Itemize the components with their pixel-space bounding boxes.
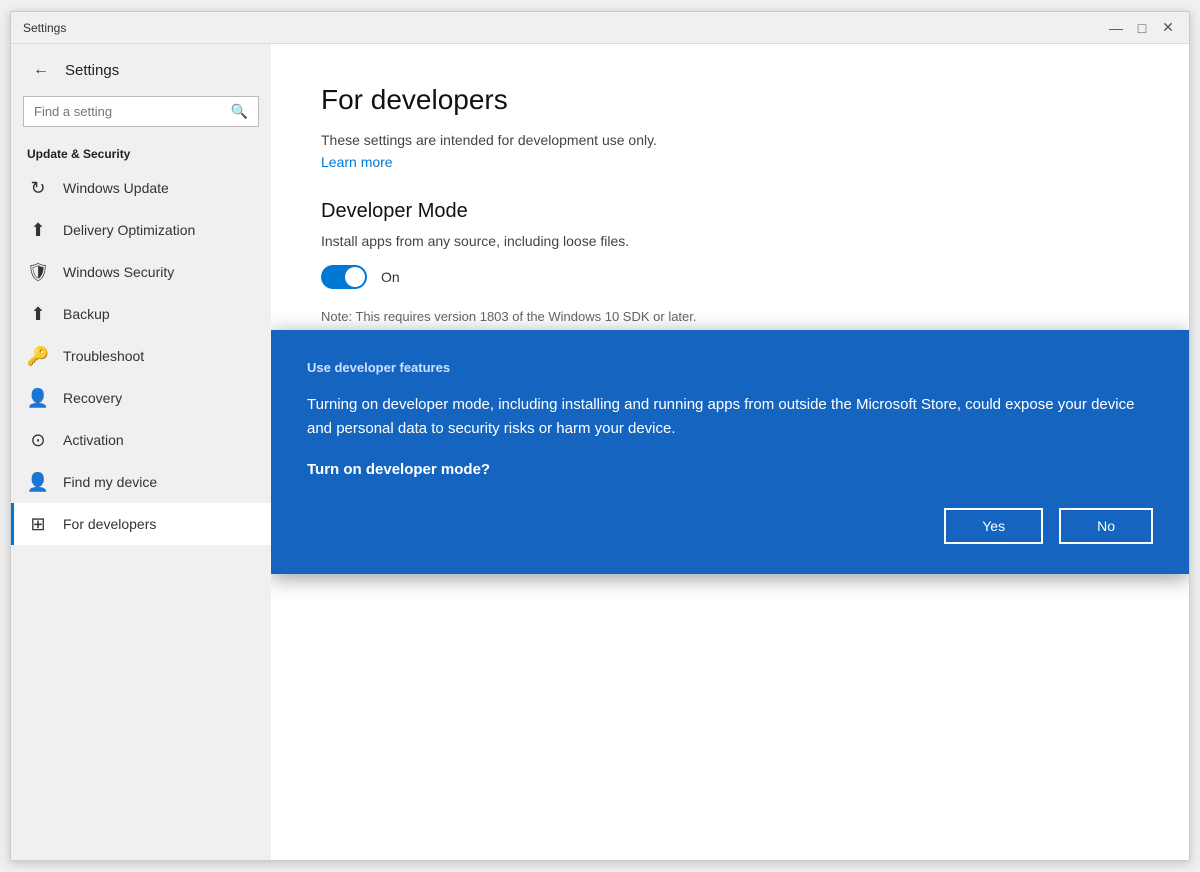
sidebar-item-find-my-device[interactable]: 👤 Find my device: [11, 461, 271, 503]
sidebar-item-label: Delivery Optimization: [63, 222, 195, 238]
titlebar-title: Settings: [23, 21, 66, 35]
sidebar-item-activation[interactable]: ⊙ Activation: [11, 419, 271, 461]
sidebar-item-for-developers[interactable]: ⊞ For developers: [11, 503, 271, 545]
dialog-body: Turning on developer mode, including ins…: [307, 393, 1153, 441]
windows-update-icon: ↻: [27, 177, 49, 199]
close-button[interactable]: ✕: [1159, 19, 1177, 37]
sidebar-top: ← Settings: [11, 44, 271, 96]
troubleshoot-icon: 🔑: [27, 345, 49, 367]
search-box[interactable]: 🔍: [23, 96, 259, 127]
sidebar-item-label: Windows Update: [63, 180, 169, 196]
titlebar-controls: — □ ✕: [1107, 19, 1177, 37]
search-icon: 🔍: [231, 103, 248, 120]
maximize-button[interactable]: □: [1133, 19, 1151, 37]
dialog-overlay: Use developer features Turning on develo…: [271, 44, 1189, 860]
sidebar-item-troubleshoot[interactable]: 🔑 Troubleshoot: [11, 335, 271, 377]
use-developer-features-dialog: Use developer features Turning on develo…: [271, 330, 1189, 574]
sidebar-item-label: Recovery: [63, 390, 122, 406]
sidebar-item-label: Find my device: [63, 474, 157, 490]
dialog-header: Use developer features: [307, 360, 1153, 375]
minimize-button[interactable]: —: [1107, 19, 1125, 37]
dialog-buttons: Yes No: [307, 508, 1153, 544]
sidebar-item-windows-security[interactable]: 🛡 Windows Security: [11, 251, 271, 293]
no-button[interactable]: No: [1059, 508, 1153, 544]
sidebar-item-label: Windows Security: [63, 264, 174, 280]
titlebar: Settings — □ ✕: [11, 12, 1189, 44]
main-content: For developers These settings are intend…: [271, 44, 1189, 860]
dialog-question: Turn on developer mode?: [307, 461, 1153, 478]
find-my-device-icon: 👤: [27, 471, 49, 493]
sidebar-item-label: Troubleshoot: [63, 348, 144, 364]
sidebar-item-backup[interactable]: ⬆ Backup: [11, 293, 271, 335]
section-header: Update & Security: [11, 135, 271, 167]
sidebar-item-delivery-optimization[interactable]: ⬆ Delivery Optimization: [11, 209, 271, 251]
recovery-icon: 👤: [27, 387, 49, 409]
delivery-optimization-icon: ⬆: [27, 219, 49, 241]
yes-button[interactable]: Yes: [944, 508, 1043, 544]
for-developers-icon: ⊞: [27, 513, 49, 535]
sidebar-item-recovery[interactable]: 👤 Recovery: [11, 377, 271, 419]
sidebar-item-label: Activation: [63, 432, 124, 448]
content-area: ← Settings 🔍 Update & Security ↻ Windows…: [11, 44, 1189, 860]
sidebar-item-label: Backup: [63, 306, 110, 322]
windows-security-icon: 🛡: [27, 261, 49, 283]
settings-window: Settings — □ ✕ ← Settings 🔍 Update & Sec…: [10, 11, 1190, 861]
backup-icon: ⬆: [27, 303, 49, 325]
activation-icon: ⊙: [27, 429, 49, 451]
sidebar: ← Settings 🔍 Update & Security ↻ Windows…: [11, 44, 271, 860]
sidebar-item-label: For developers: [63, 516, 156, 532]
sidebar-app-title: Settings: [65, 62, 119, 79]
sidebar-item-windows-update[interactable]: ↻ Windows Update: [11, 167, 271, 209]
back-button[interactable]: ←: [27, 56, 55, 84]
search-input[interactable]: [34, 104, 225, 119]
